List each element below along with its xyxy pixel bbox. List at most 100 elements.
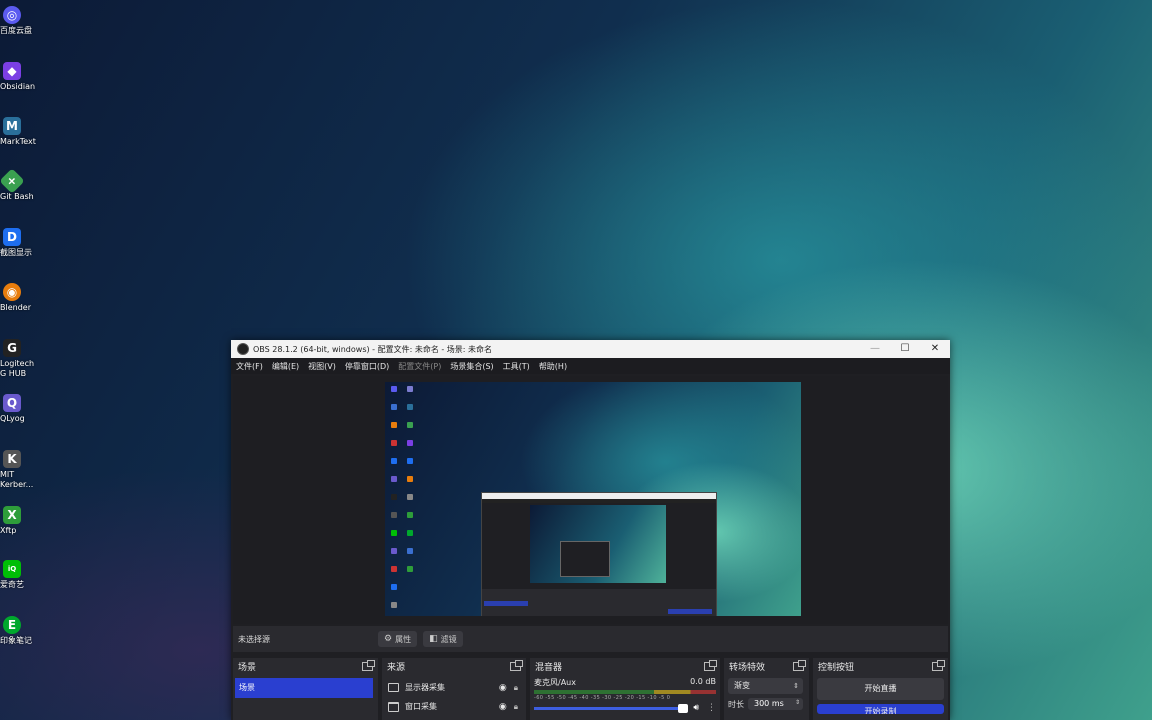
desktop-icon-xftp[interactable]: X Xftp [0,506,44,536]
menu-profile[interactable]: 配置文件(P) [398,361,441,372]
properties-button[interactable]: ⚙ 属性 [378,631,418,647]
menu-edit[interactable]: 编辑(E) [272,361,299,372]
desktop-icon-label: QLyog [0,414,25,423]
desktop-icon-label: 百度云盘 [0,26,32,35]
preview-nested-obs-window [481,492,717,616]
qlyog-icon: Q [3,394,21,412]
desktop-icon-label: MarkText [0,137,36,146]
desktop-icon-obsidian[interactable]: ◆ Obsidian [0,62,44,92]
desktop-icon-blender[interactable]: ◉ Blender [0,283,44,313]
undock-icon[interactable] [510,659,523,671]
logitech-icon: G [3,339,21,357]
desktop-icon-label: 爱奇艺 [0,580,24,589]
undock-icon[interactable] [362,659,375,671]
desktop-icon-kerberos[interactable]: K MIT Kerber... [0,450,44,490]
menu-docks[interactable]: 停靠窗口(D) [345,361,389,372]
undock-icon[interactable] [793,659,806,671]
transition-selected: 渐变 [734,681,750,690]
volume-meter [534,690,716,694]
filters-button[interactable]: ◧ 滤镜 [423,631,463,647]
source-item[interactable]: 窗口采集 ◉ 🔒︎ [382,697,526,716]
dock-header: 来源 [382,658,526,674]
eye-icon[interactable]: ◉ [499,702,507,712]
meter-ticks: -60 -55 -50 -45 -40 -35 -30 -25 -20 -15 … [534,695,671,701]
preview-canvas[interactable] [385,382,801,616]
sources-dock: 来源 显示器采集 ◉ 🔒︎ 窗口采集 ◉ 🔒︎ [382,658,526,720]
preview-desktop-icons [389,384,419,614]
evernote-icon: E [3,616,21,634]
spinner-icon[interactable]: ⇕ [795,697,800,709]
start-recording-button[interactable]: 开始录制 [817,704,944,714]
desktop-icon-label: Blender [0,303,31,312]
more-options-icon[interactable]: ⋮ [707,703,716,713]
scenes-title: 场景 [238,662,257,673]
menu-tools[interactable]: 工具(T) [503,361,530,372]
kerberos-icon: K [3,450,21,468]
sources-title: 来源 [387,662,406,673]
undock-icon[interactable] [704,659,717,671]
desktop-icon-label: 印象笔记 [0,636,32,645]
properties-label: 属性 [395,634,412,644]
dock-header: 场景 [233,658,378,674]
scenes-dock: 场景 场景 [233,658,378,720]
dock-header: 转场特效 [724,658,809,674]
mixer-channel: 麦克风/Aux 0.0 dB -60 -55 -50 -45 -40 -35 -… [530,674,720,713]
no-source-selected-label: 未选择源 [238,634,270,644]
desktop-icon-label: Git Bash [0,192,34,201]
speaker-icon[interactable]: 🔊︎ [693,703,699,713]
desktop-icon-screenshot[interactable]: D 截图显示 [0,228,44,258]
desktop-icon-gitbash[interactable]: + Git Bash [0,168,44,202]
desktop-icon-logitech[interactable]: G Logitech G HUB [0,339,44,379]
desktop-icon-qlyog[interactable]: Q QLyog [0,394,44,424]
filter-icon: ◧ [429,634,438,644]
channel-level: 0.0 dB [690,677,716,686]
eye-icon[interactable]: ◉ [499,683,507,693]
undock-icon[interactable] [932,659,945,671]
obs-window: OBS 28.1.2 (64-bit, windows) - 配置文件: 未命名… [231,340,950,720]
lock-icon[interactable]: 🔒︎ [514,683,518,693]
window-title: OBS 28.1.2 (64-bit, windows) - 配置文件: 未命名… [253,344,493,354]
marktext-icon: M [3,117,21,135]
blender-icon: ◉ [3,283,21,301]
obsidian-icon: ◆ [3,62,21,80]
desktop-icon-label: Xftp [0,526,17,535]
obs-logo-icon [237,343,249,355]
source-toolbar: 未选择源 ⚙ 属性 ◧ 滤镜 [233,626,948,652]
menu-file[interactable]: 文件(F) [236,361,263,372]
duration-label: 时长 [728,699,744,709]
volume-slider-handle[interactable] [678,703,689,713]
transitions-title: 转场特效 [729,662,766,673]
duration-field[interactable]: 300 ms ⇕ [748,698,803,710]
cloud-icon: ◎ [3,6,21,24]
maximize-button[interactable]: ☐ [890,340,920,358]
scene-item[interactable]: 场景 [235,678,373,698]
channel-name: 麦克风/Aux [534,678,576,687]
desktop-icon-marktext[interactable]: M MarkText [0,117,44,147]
duration-value: 300 ms [754,699,784,708]
transition-select[interactable]: 渐变 ⇕ [728,678,803,694]
desktop-icon-label: Obsidian [0,82,36,91]
filters-label: 滤镜 [440,634,457,644]
spinner-icon: ⇕ [793,682,799,690]
dock-header: 混音器 [530,658,720,674]
title-bar[interactable]: OBS 28.1.2 (64-bit, windows) - 配置文件: 未命名… [231,340,950,358]
controls-dock: 控制按钮 开始直播 开始录制 [813,658,948,720]
lock-icon[interactable]: 🔒︎ [514,702,518,712]
menu-help[interactable]: 帮助(H) [539,361,567,372]
menu-view[interactable]: 视图(V) [308,361,336,372]
start-streaming-button[interactable]: 开始直播 [817,678,944,700]
minimize-button[interactable]: — [860,340,890,358]
source-label: 显示器采集 [405,683,445,692]
desktop-icon-evernote[interactable]: E 印象笔记 [0,616,44,646]
close-button[interactable]: ✕ [920,340,950,358]
preview-area [233,376,948,624]
desktop-icons: ◎ 百度云盘 ◆ Obsidian M MarkText + Git Bash … [0,0,44,660]
menu-scene-collection[interactable]: 场景集合(S) [450,361,493,372]
volume-slider[interactable] [534,703,689,713]
transitions-dock: 转场特效 渐变 ⇕ 时长 300 ms ⇕ [724,658,809,720]
desktop-icon-label: 截图显示 [0,248,32,257]
desktop-icon-baiduyun[interactable]: ◎ 百度云盘 [0,6,44,36]
desktop-icon-iqiyi[interactable]: iQ 爱奇艺 [0,560,44,590]
window-icon [388,701,399,712]
source-item[interactable]: 显示器采集 ◉ 🔒︎ [382,678,526,697]
